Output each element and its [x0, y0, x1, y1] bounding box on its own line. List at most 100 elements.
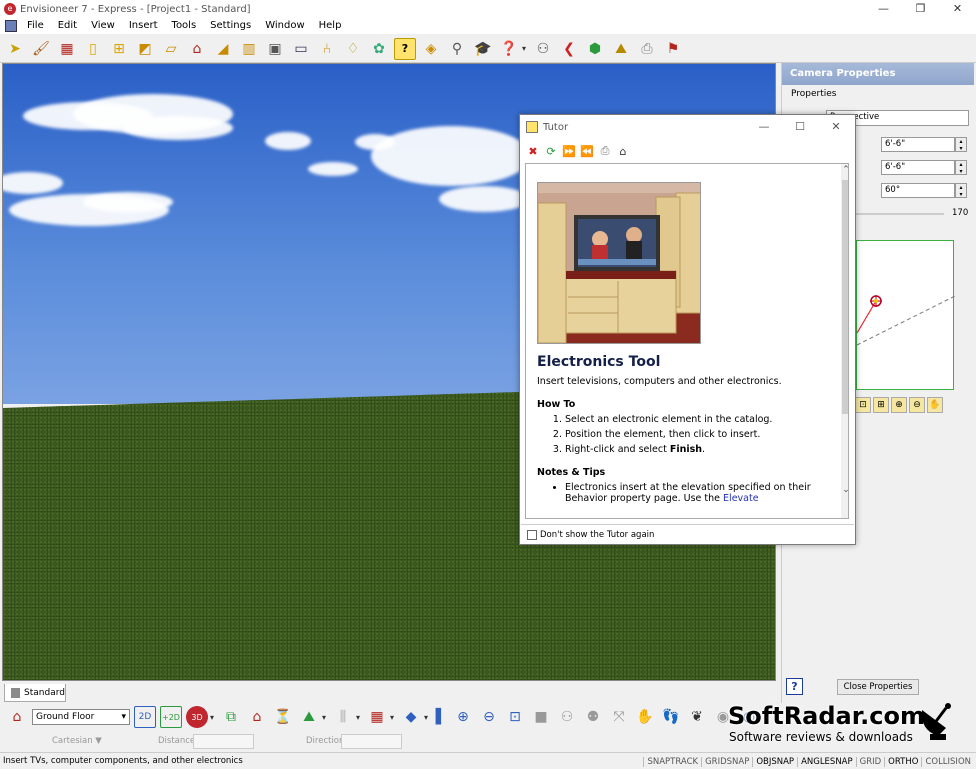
snap-snaptrack[interactable]: SNAPTRACK [643, 756, 701, 767]
roof-tool-icon[interactable]: ⌂ [186, 38, 208, 60]
plants-tool-icon[interactable]: ✿ [368, 38, 390, 60]
paint-brush-icon[interactable]: 🖌 [30, 38, 52, 60]
menu-file[interactable]: File [20, 18, 51, 34]
house-icon[interactable]: ⌂ [246, 706, 268, 728]
target-height-stepper[interactable]: ▴ ▾ [955, 160, 967, 175]
zoom-fit-tool-icon[interactable]: ■ [530, 706, 552, 728]
menu-insert[interactable]: Insert [122, 18, 165, 34]
view-angle-stepper[interactable]: ▴ ▾ [955, 183, 967, 198]
zoom-out-icon[interactable]: ⊖ [909, 397, 925, 413]
fence-icon[interactable]: ⫼ [332, 706, 354, 728]
filter-icon[interactable]: ⏳ [272, 706, 294, 728]
layers-icon[interactable]: ⧉ [220, 706, 242, 728]
scroll-up-icon[interactable]: ⌃ [841, 164, 848, 176]
material-dropdown-icon[interactable]: ▾ [422, 706, 430, 728]
rewind-icon[interactable]: ⏪ [578, 145, 596, 158]
home-view-icon[interactable]: ⬢ [584, 38, 606, 60]
pan-hand-icon[interactable]: ✋ [927, 397, 943, 413]
3d-view-dropdown-icon[interactable]: ▾ [208, 706, 216, 728]
tutor-tool-icon[interactable]: ❓ [498, 38, 520, 60]
stop-icon[interactable]: ✖ [524, 145, 542, 158]
3d-view-icon[interactable]: 3D [186, 706, 208, 728]
opening-tool-icon[interactable]: ◩ [134, 38, 156, 60]
pan-icon[interactable]: ✋ [634, 706, 656, 728]
view-tab-standard[interactable]: Standard [4, 684, 66, 702]
distance-input[interactable] [193, 734, 254, 749]
snap-collision[interactable]: COLLISION [921, 756, 974, 767]
furniture-tool-icon[interactable]: ⑃ [316, 38, 338, 60]
menu-tools[interactable]: Tools [165, 18, 204, 34]
minimize-button[interactable]: — [865, 0, 902, 18]
tutor-content[interactable]: Electronics Tool Insert televisions, com… [525, 163, 849, 519]
orbit-icon[interactable]: ⚉ [582, 706, 604, 728]
window-tool-icon[interactable]: ⊞ [108, 38, 130, 60]
select-arrow-icon[interactable]: ➤ [4, 38, 26, 60]
refresh-icon[interactable]: ⟳ [542, 145, 560, 158]
close-window-button[interactable]: ✕ [939, 0, 976, 18]
tutor-minimize-button[interactable]: — [746, 115, 782, 139]
settings-help-icon[interactable]: ⚑ [662, 38, 684, 60]
learn-tool-icon[interactable]: 🎓 [472, 38, 494, 60]
help-tool-icon[interactable]: ? [394, 37, 416, 60]
walk-icon[interactable]: ❦ [686, 706, 708, 728]
elevate-link[interactable]: Elevate [723, 493, 759, 504]
door-tool-icon[interactable]: ▯ [82, 38, 104, 60]
zoom-extents-icon[interactable]: ⊞ [873, 397, 889, 413]
person-tool-icon[interactable]: ⚲ [446, 38, 468, 60]
appliance-tool-icon[interactable]: ▣ [264, 38, 286, 60]
tutor-close-button[interactable]: ✕ [818, 115, 854, 139]
properties-help-button[interactable]: ? [786, 678, 803, 695]
brick-dropdown-icon[interactable]: ▾ [388, 706, 396, 728]
eye-height-stepper[interactable]: ▴ ▾ [955, 137, 967, 152]
2d-plus-view-icon[interactable]: +2D [160, 706, 182, 728]
project-icon[interactable] [5, 20, 17, 32]
zoom-in-icon[interactable]: ⊕ [891, 397, 907, 413]
print-icon[interactable]: ⎙ [636, 38, 658, 60]
brick-icon[interactable]: ▦ [366, 706, 388, 728]
snap-anglesnap[interactable]: ANGLESNAP [797, 756, 856, 767]
floor-select[interactable]: Ground Floor [32, 709, 130, 725]
terrain-tool-icon[interactable]: ⛰ [610, 38, 632, 60]
terrain-icon[interactable]: ⛰ [298, 706, 320, 728]
snap-ortho[interactable]: ORTHO [884, 756, 921, 767]
cabinet-tool-icon[interactable]: ▥ [238, 38, 260, 60]
eye-height-field[interactable]: 6'-6" [881, 137, 955, 152]
direction-input[interactable] [341, 734, 402, 749]
wall-tool-icon[interactable]: ▦ [56, 38, 78, 60]
coordinate-mode[interactable]: Cartesian ▼ [52, 736, 102, 746]
floor-manager-icon[interactable]: ⌂ [6, 706, 28, 728]
camera-plan-preview[interactable] [856, 240, 956, 390]
material-icon[interactable]: ◆ [400, 706, 422, 728]
fullscreen-icon[interactable]: ⤧ [608, 706, 630, 728]
terrain-dropdown-icon[interactable]: ▾ [320, 706, 328, 728]
back-arrow-icon[interactable]: ❮ [558, 38, 580, 60]
home-icon[interactable]: ⌂ [614, 145, 632, 158]
stairs-tool-icon[interactable]: ◢ [212, 38, 234, 60]
tutor-dropdown-icon[interactable]: ▾ [520, 38, 528, 60]
2d-view-icon[interactable]: 2D [134, 706, 156, 728]
floor-tool-icon[interactable]: ▱ [160, 38, 182, 60]
tutor-scrollbar[interactable]: ⌃ ⌄ [841, 164, 848, 518]
zoom-window-icon[interactable]: ⊡ [855, 397, 871, 413]
zoom-window-tool-icon[interactable]: ⊡ [504, 706, 526, 728]
dont-show-checkbox[interactable] [527, 529, 537, 540]
close-properties-button[interactable]: Close Properties [837, 679, 919, 695]
fence-dropdown-icon[interactable]: ▾ [354, 706, 362, 728]
tutor-maximize-button[interactable]: ☐ [782, 115, 818, 139]
menu-settings[interactable]: Settings [203, 18, 258, 34]
accessories-tool-icon[interactable]: ◈ [420, 38, 442, 60]
lighting-tool-icon[interactable]: ♢ [342, 38, 364, 60]
forward-icon[interactable]: ⏩ [560, 145, 578, 158]
walkthrough-icon[interactable]: ⚇ [556, 706, 578, 728]
electronics-tool-icon[interactable]: ▭ [290, 38, 312, 60]
user-help-icon[interactable]: ⚇ [532, 38, 554, 60]
zoom-out-tool-icon[interactable]: ⊖ [478, 706, 500, 728]
view-angle-field[interactable]: 60° [881, 183, 955, 198]
snap-grid[interactable]: GRID [855, 756, 885, 767]
scroll-down-icon[interactable]: ⌄ [841, 484, 848, 496]
maximize-button[interactable]: ❐ [902, 0, 939, 18]
menu-help[interactable]: Help [312, 18, 349, 34]
menu-edit[interactable]: Edit [51, 18, 84, 34]
menu-window[interactable]: Window [258, 18, 311, 34]
snap-objsnap[interactable]: OBJSNAP [752, 756, 797, 767]
